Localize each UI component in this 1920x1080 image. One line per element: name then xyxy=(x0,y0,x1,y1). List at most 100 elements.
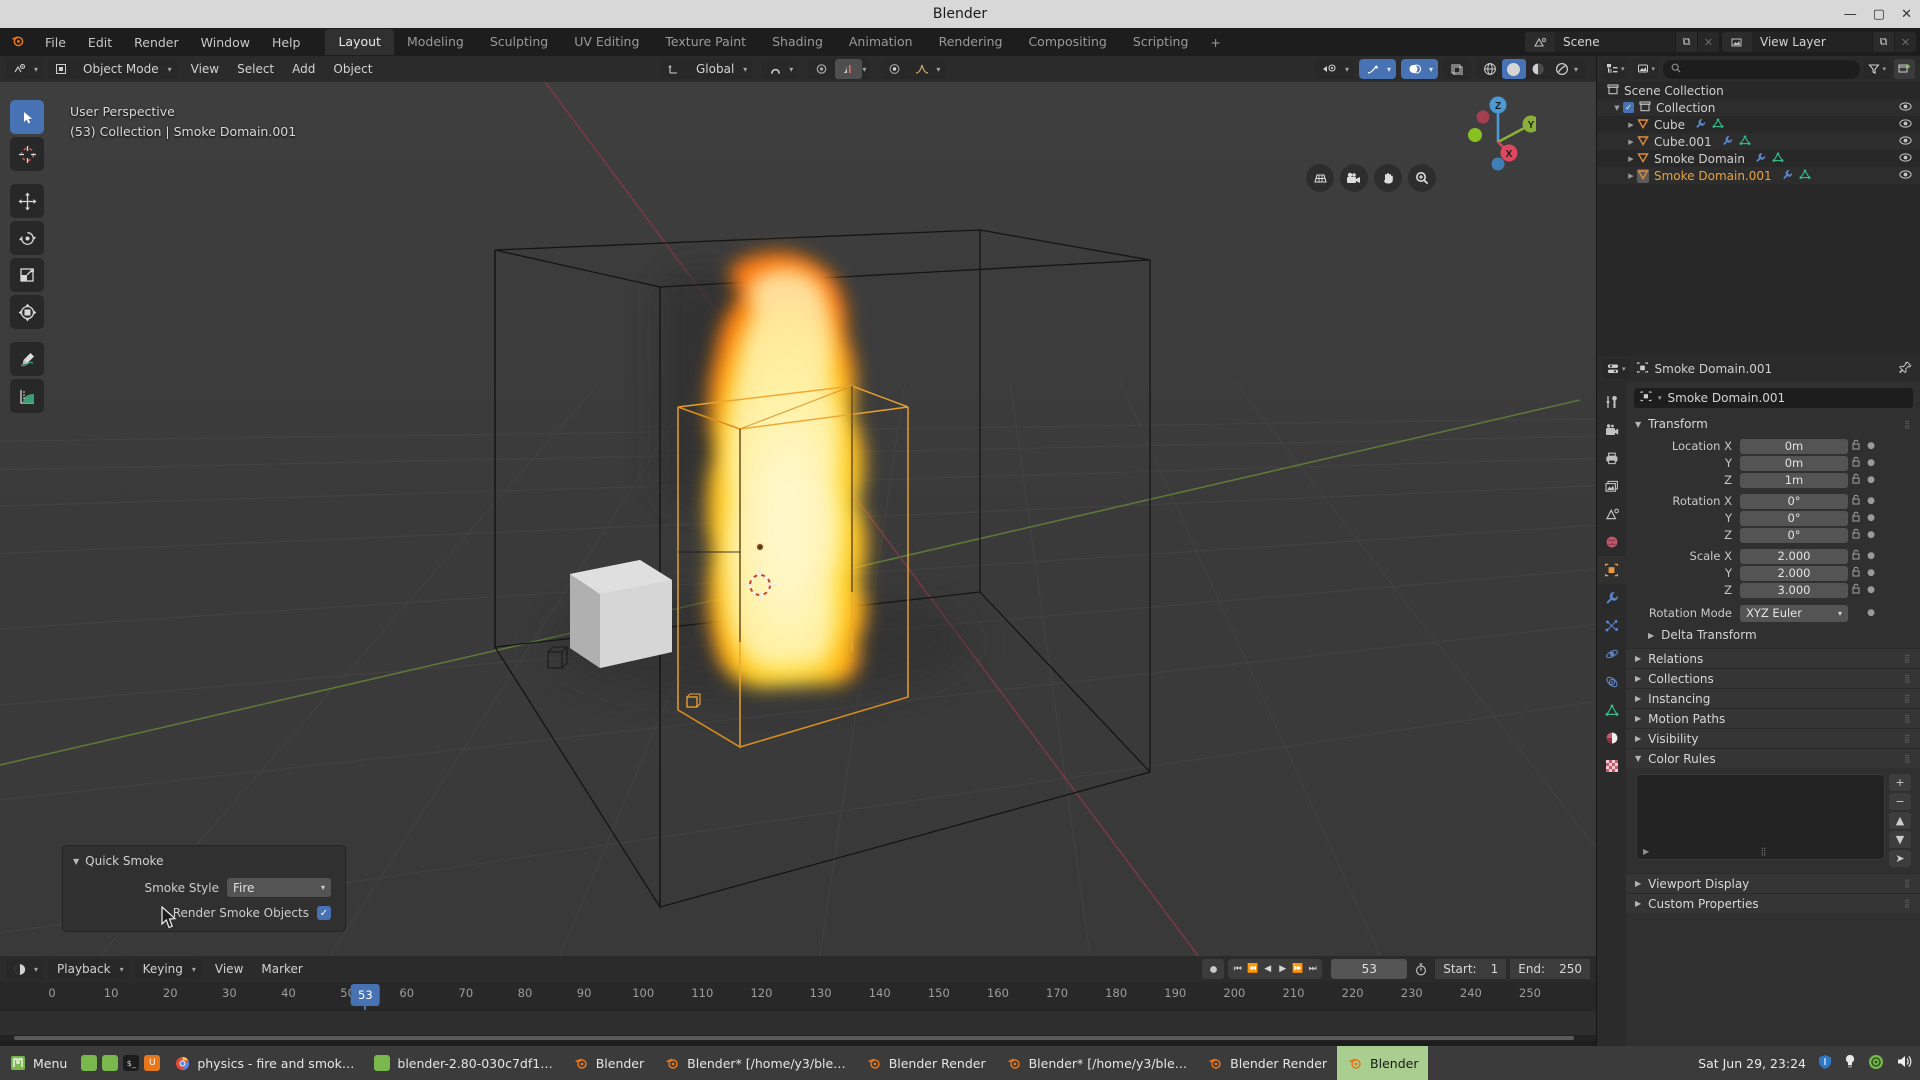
lock-icon[interactable] xyxy=(1848,494,1864,508)
filter-id-icon[interactable]: ▾ xyxy=(1632,59,1660,79)
animate-property-dot[interactable]: ● xyxy=(1864,458,1878,468)
scale-x-field[interactable]: 2.000 xyxy=(1740,548,1848,564)
start-menu-button[interactable]: Menu xyxy=(0,1046,77,1080)
menu-help[interactable]: Help xyxy=(261,32,312,53)
frame-end-field[interactable]: End: 250 xyxy=(1510,959,1590,979)
add-color-rule-button[interactable]: + xyxy=(1889,774,1911,791)
material-tab[interactable] xyxy=(1597,724,1626,752)
triangle-down-icon[interactable]: ▼ xyxy=(1611,104,1623,112)
animate-property-dot[interactable]: ● xyxy=(1864,568,1878,578)
timeline-menu-keying[interactable]: Keying xyxy=(134,959,192,979)
volume-icon[interactable] xyxy=(1896,1054,1912,1072)
previous-keyframe-button[interactable]: ⏪ xyxy=(1245,959,1260,979)
object-tab[interactable] xyxy=(1597,556,1626,584)
scale-y-field[interactable]: 2.000 xyxy=(1740,565,1848,581)
editor-type-properties-icon[interactable]: ▾ xyxy=(1603,359,1630,379)
snapping-group[interactable]: ▾ xyxy=(762,59,799,79)
rotation-y-field[interactable]: 0° xyxy=(1740,510,1848,526)
instancing-panel-header[interactable]: ▶ Instancing ⣿ xyxy=(1626,688,1920,708)
scale-z-field[interactable]: 3.000 xyxy=(1740,582,1848,598)
mesh-data-icon[interactable] xyxy=(1799,169,1811,183)
unlink-scene-button[interactable]: ✕ xyxy=(1697,32,1719,52)
falloff-curve-icon[interactable] xyxy=(908,59,936,79)
triangle-right-icon[interactable]: ▶ xyxy=(1625,155,1637,163)
tool-tab[interactable] xyxy=(1597,388,1626,416)
pan-view-button[interactable] xyxy=(1374,164,1402,192)
playback-menu[interactable]: Playback ▾ xyxy=(48,959,129,979)
taskbar-item-folder[interactable]: blender-2.80-030c7df1… xyxy=(364,1046,562,1080)
unlink-viewlayer-button[interactable]: ✕ xyxy=(1894,32,1916,52)
rotation-x-field[interactable]: 0° xyxy=(1740,493,1848,509)
outliner-display-mode-icon[interactable]: ▾ xyxy=(1602,59,1629,79)
visibility-eye-icon[interactable] xyxy=(1899,135,1912,148)
collections-panel-header[interactable]: ▶ Collections ⣿ xyxy=(1626,668,1920,688)
world-tab[interactable] xyxy=(1597,528,1626,556)
lock-icon[interactable] xyxy=(1848,456,1864,470)
frame-start-field[interactable]: Start: 1 xyxy=(1435,959,1507,979)
wrench-icon[interactable] xyxy=(1755,152,1766,166)
xray-toggle[interactable] xyxy=(1442,59,1471,79)
add-workspace-button[interactable]: + xyxy=(1201,30,1229,55)
lock-icon[interactable] xyxy=(1848,583,1864,597)
visibility-eye-icon[interactable] xyxy=(1899,101,1912,114)
color-rules-extra-button[interactable]: ➤ xyxy=(1889,850,1911,867)
location-x-field[interactable]: 0m xyxy=(1740,438,1848,454)
play-reverse-button[interactable]: ◀ xyxy=(1260,959,1275,979)
viewport-menu-view[interactable]: View xyxy=(182,59,228,79)
shading-wireframe-button[interactable] xyxy=(1478,59,1502,79)
taskbar-item-blender-3[interactable]: Blender* [/home/y3/ble… xyxy=(996,1046,1198,1080)
measure-tool[interactable] xyxy=(10,379,44,413)
color-rules-list[interactable]: ▶ ⣿ xyxy=(1636,774,1885,860)
outliner-row-cube-001[interactable]: ▶ Cube.001 xyxy=(1597,133,1920,150)
object-visibility-icon[interactable] xyxy=(1315,59,1345,79)
timeline-menu-marker[interactable]: Marker xyxy=(252,959,311,979)
render-tab[interactable] xyxy=(1597,416,1626,444)
visibility-eye-icon[interactable] xyxy=(1899,118,1912,131)
keying-menu[interactable]: Keying ▾ xyxy=(133,959,201,979)
zoom-view-button[interactable] xyxy=(1408,164,1436,192)
animate-property-dot[interactable]: ● xyxy=(1864,585,1878,595)
visibility-eye-icon[interactable] xyxy=(1899,169,1912,182)
minimize-button[interactable]: — xyxy=(1844,7,1857,22)
timeline-editor-type-selector[interactable]: ▾ xyxy=(6,959,44,979)
texture-tab[interactable] xyxy=(1597,752,1626,780)
animate-property-dot[interactable]: ● xyxy=(1864,475,1878,485)
tab-animation[interactable]: Animation xyxy=(836,29,926,55)
render-smoke-checkbox[interactable]: ✓ xyxy=(317,906,331,920)
lock-icon[interactable] xyxy=(1848,473,1864,487)
tab-layout[interactable]: Layout xyxy=(325,29,394,55)
gizmo-group[interactable]: ▾ xyxy=(1358,59,1396,79)
viewport-display-panel-header[interactable]: ▶ Viewport Display ⣿ xyxy=(1626,873,1920,893)
new-collection-icon[interactable] xyxy=(1894,59,1915,79)
custom-properties-panel-header[interactable]: ▶ Custom Properties ⣿ xyxy=(1626,893,1920,913)
taskbar-item-blender-render-2[interactable]: Blender Render xyxy=(1197,1046,1337,1080)
new-scene-button[interactable]: ⧉ xyxy=(1675,32,1697,52)
files-icon[interactable] xyxy=(81,1055,98,1071)
animate-property-dot[interactable]: ● xyxy=(1864,530,1878,540)
viewport-canvas[interactable]: User Perspective (53) Collection | Smoke… xyxy=(0,82,1596,956)
data-tab[interactable] xyxy=(1597,696,1626,724)
proportional-toggle-icon[interactable] xyxy=(881,59,908,79)
next-keyframe-button[interactable]: ⏩ xyxy=(1290,959,1305,979)
wrench-icon[interactable] xyxy=(1782,169,1793,183)
tab-rendering[interactable]: Rendering xyxy=(926,29,1016,55)
new-viewlayer-button[interactable]: ⧉ xyxy=(1872,32,1894,52)
navigation-gizmo[interactable]: Z Y X xyxy=(1450,90,1540,176)
mode-label[interactable]: Object Mode xyxy=(74,59,168,79)
orientation-label[interactable]: Global xyxy=(687,59,743,79)
shading-modes[interactable]: ▾ xyxy=(1475,59,1585,79)
pin-icon[interactable] xyxy=(1899,361,1912,377)
files-icon[interactable] xyxy=(102,1055,119,1071)
falloff-group[interactable]: ▾ xyxy=(881,59,946,79)
proportional-editing-group[interactable]: ▾ xyxy=(808,59,872,79)
taskbar-item-chrome[interactable]: physics - fire and smok… xyxy=(164,1046,364,1080)
lock-icon[interactable] xyxy=(1848,549,1864,563)
delta-transform-panel-header[interactable]: ▶ Delta Transform xyxy=(1626,626,1920,644)
quick-smoke-header[interactable]: ▼ Quick Smoke xyxy=(63,852,345,876)
tab-uv-editing[interactable]: UV Editing xyxy=(561,29,652,55)
cursor-tool[interactable] xyxy=(10,137,44,171)
scale-tool[interactable] xyxy=(10,258,44,292)
jump-to-start-button[interactable]: ⏮ xyxy=(1230,959,1245,979)
updates-icon[interactable] xyxy=(1868,1054,1884,1073)
taskbar-item-blender-active[interactable]: Blender xyxy=(1337,1046,1429,1080)
